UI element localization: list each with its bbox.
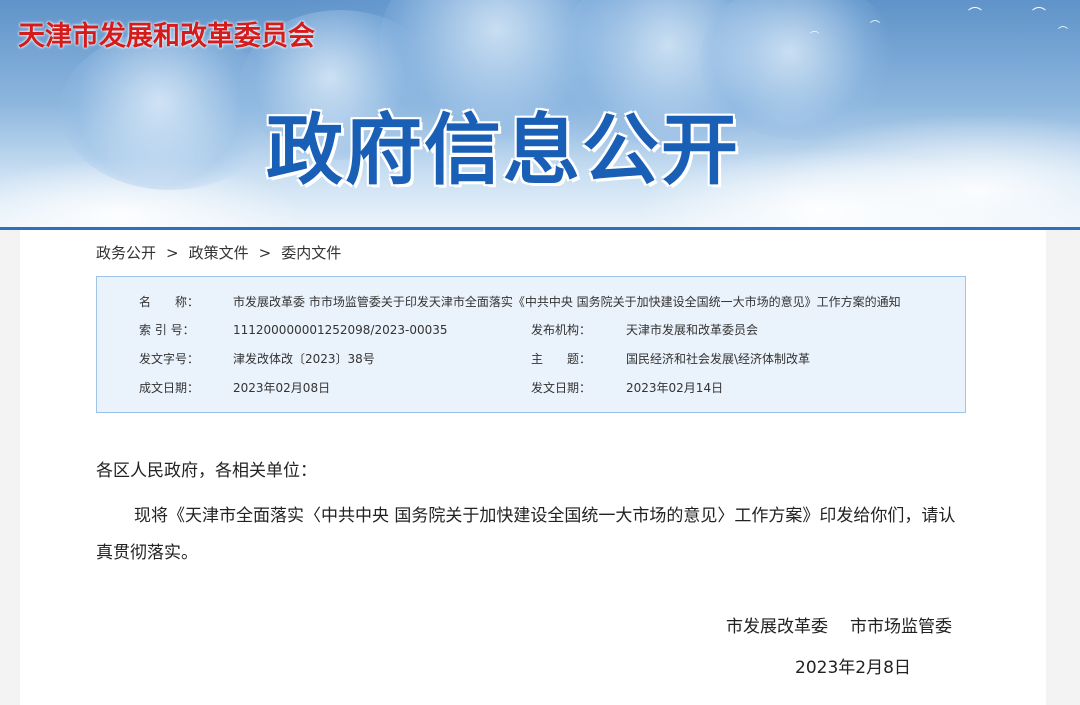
signer-ndrc: 市发展改革委 (726, 617, 828, 637)
topic-value: 国民经济和社会发展\经济体制改革 (626, 352, 811, 366)
letter-salutation: 各区人民政府，各相关单位： (96, 461, 317, 481)
created-date-label: 成文日期： (139, 381, 200, 395)
name-value: 市发展改革委 市市场监管委关于印发天津市全面落实《中共中央 国务院关于加快建设全… (233, 295, 901, 309)
info-row-index: 索 引 号： 111200000001252098/2023-00035 发布机… (97, 320, 967, 340)
info-row-docno: 发文字号： 津发改体改〔2023〕38号 主 题： 国民经济和社会发展\经济体制… (97, 349, 967, 369)
issued-date-label: 发文日期： (531, 381, 592, 395)
letter-date: 2023年2月8日 (795, 658, 911, 678)
name-label: 名 称： (139, 295, 200, 309)
flower-decoration (60, 30, 280, 190)
site-title[interactable]: 天津市发展和改革委员会 (18, 14, 315, 53)
breadcrumb-item-gov-affairs[interactable]: 政务公开 (96, 244, 156, 262)
banner-title: 政府信息公开 (266, 107, 740, 196)
letter-body: 现将《天津市全面落实〈中共中央 国务院关于加快建设全国统一大市场的意见〉工作方案… (96, 506, 956, 563)
issued-date-value: 2023年02月14日 (626, 381, 724, 395)
bird-icon: ⌒ (810, 32, 820, 42)
bird-icon: ⌒ (968, 7, 982, 23)
breadcrumb-item-internal-docs[interactable]: 委内文件 (281, 244, 341, 262)
doc-number-value: 津发改体改〔2023〕38号 (233, 352, 375, 366)
header-banner: ⌒ ⌒ ⌒ ⌒ ⌒ 天津市发展和改革委员会 政府信息公开 (0, 0, 1080, 230)
index-value: 111200000001252098/2023-00035 (233, 323, 448, 337)
breadcrumb: 政务公开 > 政策文件 > 委内文件 (96, 242, 341, 264)
doc-number-label: 发文字号： (139, 352, 200, 366)
info-row-name: 名 称： 市发展改革委 市市场监管委关于印发天津市全面落实《中共中央 国务院关于… (97, 292, 967, 312)
publisher-value: 天津市发展和改革委员会 (626, 323, 759, 337)
index-label: 索 引 号： (139, 323, 195, 337)
breadcrumb-separator: > (166, 244, 179, 262)
created-date-value: 2023年02月08日 (233, 381, 331, 395)
publisher-label: 发布机构： (531, 323, 592, 337)
signer-market-regulation: 市市场监管委 (850, 617, 952, 637)
breadcrumb-item-policy-docs[interactable]: 政策文件 (189, 244, 249, 262)
bird-icon: ⌒ (870, 21, 880, 32)
breadcrumb-separator: > (258, 244, 272, 262)
info-row-dates: 成文日期： 2023年02月08日 发文日期： 2023年02月14日 (97, 378, 967, 398)
bird-icon: ⌒ (1058, 27, 1068, 38)
letter-signers: 市发展改革委 市市场监管委 (726, 615, 952, 639)
topic-label: 主 题： (531, 352, 592, 366)
document-info-box: 名 称： 市发展改革委 市市场监管委关于印发天津市全面落实《中共中央 国务院关于… (96, 276, 966, 413)
bird-icon: ⌒ (1032, 7, 1046, 23)
